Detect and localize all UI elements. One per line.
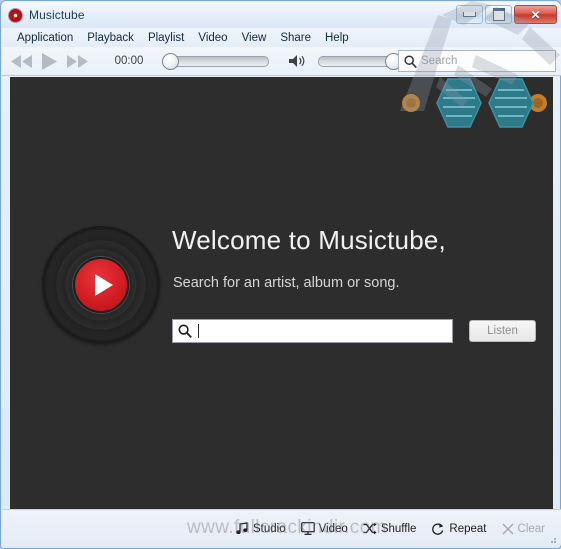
menu-item-application[interactable]: Application <box>10 30 80 46</box>
menu-item-video[interactable]: Video <box>191 30 234 46</box>
maximize-button[interactable] <box>485 5 512 24</box>
close-icon: ✕ <box>530 7 541 22</box>
monitor-icon <box>300 522 315 535</box>
welcome-title: Welcome to Musictube, <box>172 225 446 255</box>
content-area: Welcome to Musictube, Search for an arti… <box>10 77 553 509</box>
main-search-input[interactable] <box>172 319 453 343</box>
toolbar-search-input[interactable]: Search <box>398 50 556 72</box>
listen-button[interactable]: Listen <box>469 320 536 342</box>
music-note-icon <box>236 522 248 534</box>
status-item-shuffle[interactable]: Shuffle <box>363 522 417 535</box>
repeat-icon <box>432 523 444 535</box>
text-caret <box>198 324 199 338</box>
status-label: Clear <box>517 522 545 535</box>
vinyl-record-logo <box>42 226 160 344</box>
app-window: Musictube ✕ Application Playback Playlis… <box>0 0 561 549</box>
volume-button[interactable] <box>289 54 307 68</box>
play-logo-button[interactable] <box>73 257 129 313</box>
close-x-icon <box>502 523 514 534</box>
seek-slider-handle[interactable] <box>162 52 179 70</box>
play-button[interactable] <box>36 50 64 72</box>
menu-item-playlist[interactable]: Playlist <box>141 30 191 46</box>
status-item-repeat[interactable]: Repeat <box>431 522 487 535</box>
time-display: 00:00 <box>114 55 144 67</box>
fast-forward-icon <box>67 54 88 68</box>
menu-item-playback[interactable]: Playback <box>80 30 141 46</box>
rewind-icon <box>11 54 32 68</box>
minimize-icon <box>463 12 476 17</box>
welcome-subtitle: Search for an artist, album or song. <box>173 275 400 291</box>
menu-item-help[interactable]: Help <box>318 30 356 46</box>
status-label: Shuffle <box>380 522 417 535</box>
status-bar: Studio Video Shuffle Repeat Clear <box>2 509 561 547</box>
window-controls: ✕ <box>456 5 557 24</box>
seek-slider[interactable] <box>162 52 269 70</box>
volume-icon <box>289 55 305 67</box>
search-icon <box>404 54 417 68</box>
maximize-icon <box>492 8 505 21</box>
window-title: Musictube <box>29 8 85 22</box>
close-button[interactable]: ✕ <box>514 5 557 24</box>
play-icon <box>42 52 57 70</box>
status-item-studio[interactable]: Studio <box>236 522 286 535</box>
menu-bar: Application Playback Playlist Video View… <box>2 28 561 47</box>
play-triangle-icon <box>94 274 113 296</box>
status-item-video[interactable]: Video <box>300 522 348 535</box>
search-icon <box>178 324 192 338</box>
main-search-row: Listen <box>172 319 536 343</box>
decorative-hexagon-art <box>388 77 553 137</box>
title-bar: Musictube ✕ <box>2 2 561 28</box>
menu-item-view[interactable]: View <box>235 30 274 46</box>
fast-forward-button[interactable] <box>64 50 92 72</box>
toolbar-search-placeholder: Search <box>421 55 458 67</box>
status-item-clear[interactable]: Clear <box>502 523 545 535</box>
status-label: Video <box>318 522 348 535</box>
minimize-button[interactable] <box>456 5 483 24</box>
resize-grip[interactable] <box>546 533 558 545</box>
status-label: Studio <box>252 522 286 535</box>
shuffle-icon <box>363 522 377 535</box>
record-icon <box>9 8 22 22</box>
volume-slider[interactable] <box>318 52 402 70</box>
status-label: Repeat <box>449 522 487 535</box>
menu-item-share[interactable]: Share <box>273 30 318 46</box>
player-toolbar: 00:00 Search <box>2 47 561 76</box>
rewind-button[interactable] <box>8 50 36 72</box>
